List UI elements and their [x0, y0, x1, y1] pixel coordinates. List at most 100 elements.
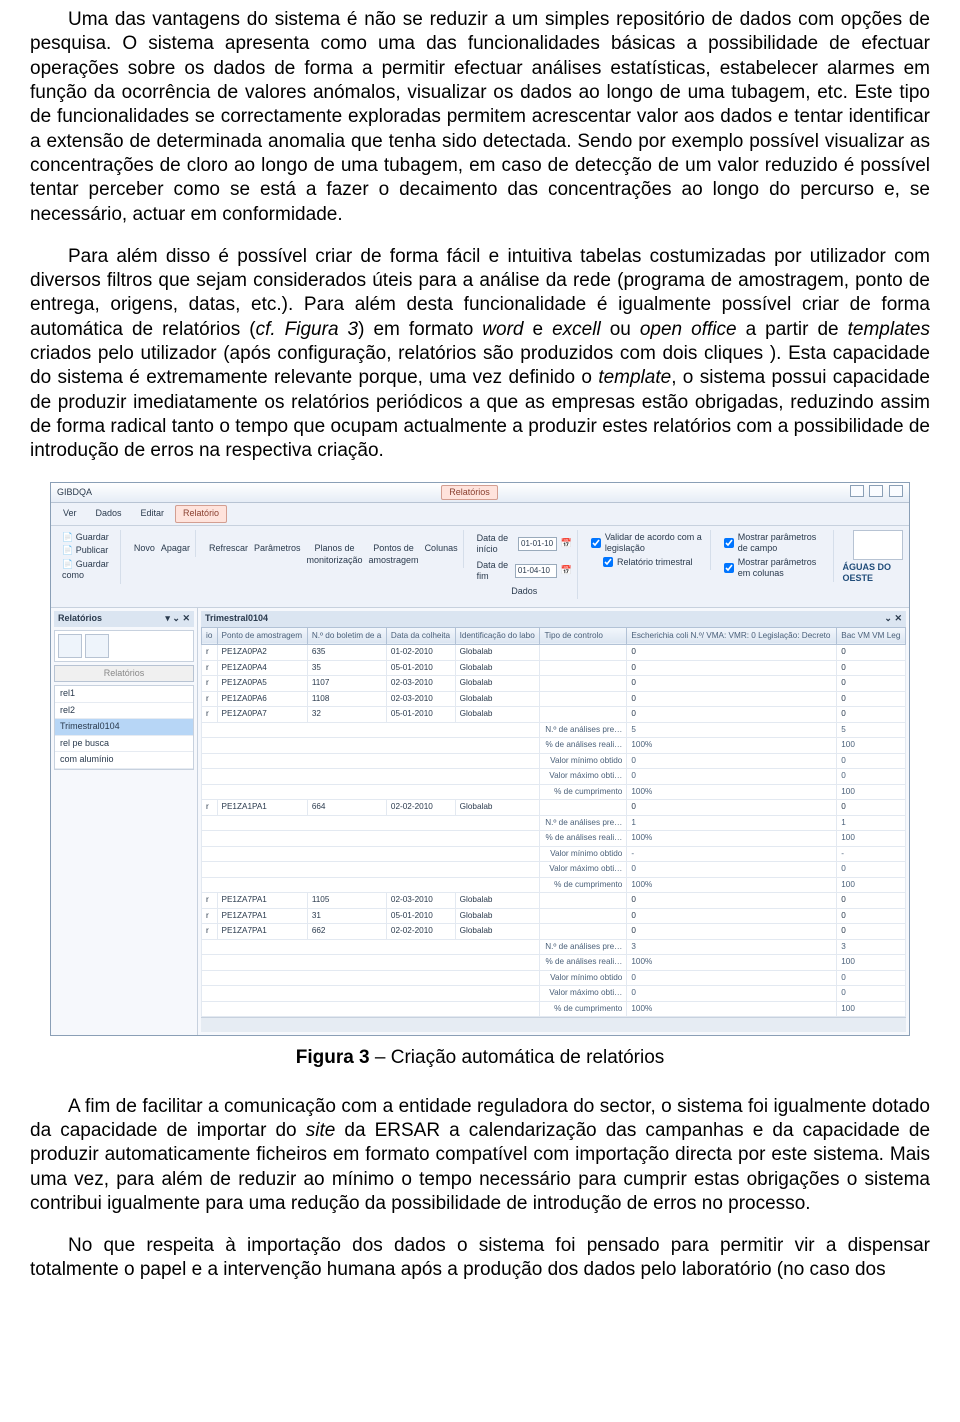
summary-row: N.º de análises pre…11: [202, 815, 906, 831]
chk-label: Mostrar parâmetros em colunas: [738, 557, 829, 580]
sidebar: Relatórios▾ ⌄ ✕ Relatórios rel1 rel2 Tri…: [51, 608, 198, 1035]
parametros-button[interactable]: Parâmetros: [254, 532, 301, 567]
chk-mostrar-campo[interactable]: [724, 538, 734, 548]
sidebar-title: Relatórios▾ ⌄ ✕: [54, 611, 194, 627]
guardar-button[interactable]: 📄 Guardar: [62, 532, 115, 544]
novo-button[interactable]: Novo: [134, 532, 155, 555]
publicar-button[interactable]: 📄 Publicar: [62, 545, 115, 557]
chk-label: Mostrar parâmetros de campo: [738, 532, 829, 555]
pin-icon[interactable]: ⌄ ✕: [884, 613, 902, 625]
calendar-icon[interactable]: 📅: [561, 538, 572, 550]
table-row[interactable]: rPE1ZA0PA5110702-03-2010Globalab00: [202, 676, 906, 692]
col-header[interactable]: Tipo de controlo: [540, 627, 627, 645]
date-end-input[interactable]: 01-04-10: [515, 564, 557, 578]
list-item[interactable]: com alumínio: [55, 752, 193, 769]
text-run: ) em formato: [358, 319, 482, 340]
list-item-selected[interactable]: Trimestral0104: [55, 719, 193, 736]
ribbon-group-dates: Data de início 01-01-10 📅 Data de fim 01-04…: [472, 530, 578, 600]
col-header[interactable]: Data da colheita: [386, 627, 455, 645]
text-italic: templates: [848, 319, 930, 340]
ribbon-group-view: Refrescar Parâmetros Planos de monitoriz…: [204, 530, 464, 569]
table-row[interactable]: rPE1ZA7PA13105-01-2010Globalab00: [202, 908, 906, 924]
summary-row: Valor mínimo obtido00: [202, 970, 906, 986]
minimize-button[interactable]: [850, 485, 864, 497]
apagar-button[interactable]: Apagar: [161, 532, 190, 555]
sidebar-toolbar: [54, 630, 194, 662]
body-paragraph: Uma das vantagens do sistema é não se re…: [30, 8, 930, 227]
brand-logo: ÁGUAS DO OESTE: [842, 530, 903, 585]
sidebar-tool-2[interactable]: [85, 634, 109, 658]
date-start-input[interactable]: 01-01-10: [518, 537, 557, 551]
menu-dados[interactable]: Dados: [88, 505, 130, 523]
summary-row: % de cumprimento100%100: [202, 877, 906, 893]
horizontal-scrollbar[interactable]: [201, 1017, 906, 1032]
text-italic: excell: [552, 319, 601, 340]
figure-3: GIBDQA Relatórios Ver Dados Editar Relat…: [30, 482, 930, 1037]
table-row[interactable]: rPE1ZA1PA166402-02-2010Globalab00: [202, 800, 906, 816]
colunas-button[interactable]: Colunas: [425, 532, 458, 567]
summary-row: % de análises reali…100%100: [202, 831, 906, 847]
table-row[interactable]: rPE1ZA7PA1110502-03-2010Globalab00: [202, 893, 906, 909]
chk-mostrar-col[interactable]: [724, 563, 734, 573]
summary-row: Valor mínimo obtido00: [202, 753, 906, 769]
table-row[interactable]: rPE1ZA0PA263501-02-2010Globalab00: [202, 645, 906, 661]
menu-editar[interactable]: Editar: [133, 505, 173, 523]
sidebar-tool-1[interactable]: [58, 634, 82, 658]
text-italic: cf. Figura 3: [256, 319, 359, 340]
maximize-button[interactable]: [869, 485, 883, 497]
sidebar-filter-input[interactable]: Relatórios: [54, 665, 194, 683]
text-italic: site: [306, 1120, 336, 1141]
content-area: Relatórios▾ ⌄ ✕ Relatórios rel1 rel2 Tri…: [51, 608, 909, 1035]
report-table[interactable]: ioPonto de amostragemN.º do boletim de a…: [201, 627, 906, 1018]
table-row[interactable]: rPE1ZA0PA6110802-03-2010Globalab00: [202, 691, 906, 707]
summary-row: % de análises reali…100%100: [202, 955, 906, 971]
app-window: GIBDQA Relatórios Ver Dados Editar Relat…: [50, 482, 910, 1037]
body-paragraph: Para além disso é possível criar de form…: [30, 245, 930, 464]
list-item[interactable]: rel pe busca: [55, 736, 193, 753]
list-item[interactable]: rel1: [55, 686, 193, 703]
col-header[interactable]: Bac VM VM Leg: [837, 627, 906, 645]
calendar-icon[interactable]: 📅: [561, 565, 572, 577]
text-italic: word: [482, 319, 523, 340]
table-row[interactable]: rPE1ZA0PA43505-01-2010Globalab00: [202, 660, 906, 676]
summary-row: Valor máximo obti…00: [202, 862, 906, 878]
text-run: e: [523, 319, 552, 340]
active-tab-chip[interactable]: Relatórios: [441, 485, 498, 501]
grid-title-bar: Trimestral0104⌄ ✕: [201, 611, 906, 627]
text-italic: template: [598, 367, 671, 388]
pin-icon[interactable]: ▾ ⌄ ✕: [165, 613, 190, 625]
sidebar-list: rel1 rel2 Trimestral0104 rel pe busca co…: [54, 685, 194, 770]
col-header[interactable]: io: [202, 627, 218, 645]
summary-row: % de cumprimento100%100: [202, 784, 906, 800]
summary-row: % de cumprimento100%100: [202, 1001, 906, 1017]
summary-row: Valor máximo obti…00: [202, 986, 906, 1002]
pontos-button[interactable]: Pontos de amostragem: [369, 532, 419, 567]
table-row[interactable]: rPE1ZA7PA166202-02-2010Globalab00: [202, 924, 906, 940]
planos-button[interactable]: Planos de monitorização: [307, 532, 363, 567]
refrescar-button[interactable]: Refrescar: [209, 532, 248, 567]
menu-ver[interactable]: Ver: [55, 505, 85, 523]
window-controls: [847, 485, 903, 501]
guardar-como-button[interactable]: 📄 Guardar como: [62, 559, 115, 582]
caption-text: – Criação automática de relatórios: [370, 1047, 665, 1068]
date-end-label: Data de fim: [477, 560, 511, 583]
col-header[interactable]: N.º do boletim de a: [307, 627, 386, 645]
logo-text: ÁGUAS DO OESTE: [842, 562, 903, 585]
ribbon-group-file: 📄 Guardar 📄 Publicar 📄 Guardar como: [57, 530, 121, 584]
col-header[interactable]: Escherichia coli N.º/ VMA: VMR: 0 Legisl…: [627, 627, 837, 645]
chk-validar[interactable]: [591, 538, 601, 548]
col-header[interactable]: Ponto de amostragem: [217, 627, 307, 645]
col-header[interactable]: Identificação do labo: [455, 627, 540, 645]
list-item[interactable]: rel2: [55, 703, 193, 720]
text-run: ou: [601, 319, 640, 340]
ribbon-group-options-2: Mostrar parâmetros de campo Mostrar parâ…: [719, 530, 835, 582]
date-start-label: Data de início: [477, 533, 514, 556]
summary-row: % de análises reali…100%100: [202, 738, 906, 754]
ribbon: 📄 Guardar 📄 Publicar 📄 Guardar como Novo…: [51, 526, 909, 609]
table-row[interactable]: rPE1ZA0PA73205-01-2010Globalab00: [202, 707, 906, 723]
dados-group-label: Dados: [511, 586, 537, 598]
chk-rel-trim[interactable]: [603, 557, 613, 567]
close-button[interactable]: [889, 485, 903, 497]
app-brand: GIBDQA: [57, 487, 92, 499]
menu-relatorio[interactable]: Relatório: [175, 505, 227, 523]
